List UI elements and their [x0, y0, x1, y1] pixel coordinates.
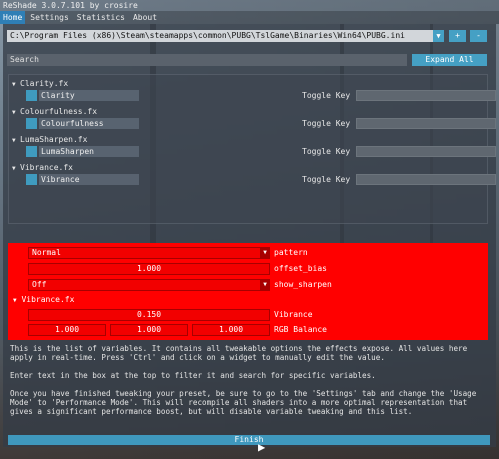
show-sharpen-dropdown[interactable]: Off ▼	[28, 279, 270, 291]
chevron-down-icon[interactable]: ▼	[433, 30, 444, 42]
effect-row-lumasharpen: LumaSharpen Toggle Key	[26, 146, 496, 157]
help-text: This is the list of variables. It contai…	[8, 342, 490, 434]
add-preset-button[interactable]: +	[449, 30, 466, 42]
effect-file-label: Clarity.fx	[20, 79, 69, 88]
triangle-down-icon: ▼	[12, 165, 16, 172]
toggle-key-label: Toggle Key	[302, 91, 351, 100]
effect-row-clarity: Clarity Toggle Key	[26, 90, 496, 101]
tab-about[interactable]: About	[130, 11, 160, 24]
vibrance-slider[interactable]: 0.150	[28, 309, 270, 321]
rgb-balance-r[interactable]: 1.000	[28, 324, 106, 336]
offset-bias-label: offset_bias	[274, 264, 327, 273]
tab-home[interactable]: Home	[0, 11, 26, 24]
reshade-window: ReShade 3.0.7.101 by crosire Home Settin…	[0, 0, 499, 459]
toggle-key-label: Toggle Key	[302, 175, 351, 184]
effect-row-colourfulness: Colourfulness Toggle Key	[26, 118, 496, 129]
effect-file-label: Colourfulness.fx	[20, 107, 98, 116]
vibrance-section-label: Vibrance.fx	[21, 295, 75, 304]
offset-bias-slider[interactable]: 1.000	[28, 263, 270, 275]
toggle-key-input[interactable]	[356, 174, 496, 185]
toggle-key-input[interactable]	[356, 146, 496, 157]
chevron-down-icon[interactable]: ▼	[260, 279, 270, 291]
tree-header-clarity[interactable]: ▼ Clarity.fx	[12, 78, 68, 89]
tree-header-vibrance[interactable]: ▼ Vibrance.fx	[12, 162, 73, 173]
chevron-down-icon[interactable]: ▼	[260, 247, 270, 259]
show-sharpen-value: Off	[32, 280, 47, 289]
vibrance-label: Vibrance	[274, 310, 313, 319]
triangle-down-icon: ▼	[12, 109, 16, 116]
effect-row-vibrance: Vibrance Toggle Key	[26, 174, 496, 185]
effect-name[interactable]: Vibrance	[39, 174, 139, 185]
pattern-value: Normal	[32, 248, 61, 257]
tab-settings[interactable]: Settings	[27, 11, 72, 24]
triangle-down-icon: ▼	[13, 297, 17, 304]
window-title: ReShade 3.0.7.101 by crosire	[0, 0, 499, 11]
rgb-balance-b[interactable]: 1.000	[192, 324, 270, 336]
toggle-key-input[interactable]	[356, 118, 496, 129]
tree-header-lumasharpen[interactable]: ▼ LumaSharpen.fx	[12, 134, 87, 145]
pattern-dropdown[interactable]: Normal ▼	[28, 247, 270, 259]
preset-path-value: C:\Program Files (x86)\Steam\steamapps\c…	[10, 31, 405, 40]
effect-file-label: Vibrance.fx	[20, 163, 73, 172]
effect-name[interactable]: Clarity	[39, 90, 139, 101]
finish-button[interactable]: Finish	[8, 435, 490, 445]
toggle-key-label: Toggle Key	[302, 119, 351, 128]
effects-tree: ▼ Clarity.fx Clarity Toggle Key ▼ Colourfu…	[8, 74, 496, 224]
tab-statistics[interactable]: Statistics	[74, 11, 128, 24]
effect-checkbox[interactable]	[26, 90, 37, 101]
effect-checkbox[interactable]	[26, 174, 37, 185]
expand-all-button[interactable]: Expand All	[412, 54, 487, 66]
preset-path-dropdown[interactable]: C:\Program Files (x86)\Steam\steamapps\c…	[7, 30, 444, 42]
menu-bar: Home Settings Statistics About	[0, 11, 499, 24]
effect-file-label: LumaSharpen.fx	[20, 135, 88, 144]
toggle-key-label: Toggle Key	[302, 147, 351, 156]
effect-name[interactable]: Colourfulness	[39, 118, 139, 129]
help-paragraph-1: This is the list of variables. It contai…	[10, 344, 468, 362]
tree-header-colourfulness[interactable]: ▼ Colourfulness.fx	[12, 106, 97, 117]
home-panel: C:\Program Files (x86)\Steam\steamapps\c…	[3, 24, 496, 447]
rgb-balance-label: RGB Balance	[274, 325, 327, 334]
effect-checkbox[interactable]	[26, 146, 37, 157]
search-input[interactable]: Search	[7, 54, 407, 66]
triangle-down-icon: ▼	[12, 137, 16, 144]
help-paragraph-3: Once you have finished tweaking your pre…	[10, 389, 477, 416]
effect-name[interactable]: LumaSharpen	[39, 146, 139, 157]
remove-preset-button[interactable]: -	[470, 30, 487, 42]
effect-checkbox[interactable]	[26, 118, 37, 129]
toggle-key-input[interactable]	[356, 90, 496, 101]
vibrance-section-header[interactable]: ▼ Vibrance.fx	[13, 294, 74, 306]
rgb-balance-g[interactable]: 1.000	[110, 324, 188, 336]
mouse-cursor-icon: ▶	[258, 440, 266, 454]
search-placeholder: Search	[10, 55, 39, 64]
pattern-label: pattern	[274, 248, 308, 257]
variables-panel: Normal ▼ pattern 1.000 offset_bias Off ▼…	[8, 243, 488, 340]
show-sharpen-label: show_sharpen	[274, 280, 332, 289]
help-paragraph-2: Enter text in the box at the top to filt…	[10, 371, 376, 380]
triangle-down-icon: ▼	[12, 81, 16, 88]
